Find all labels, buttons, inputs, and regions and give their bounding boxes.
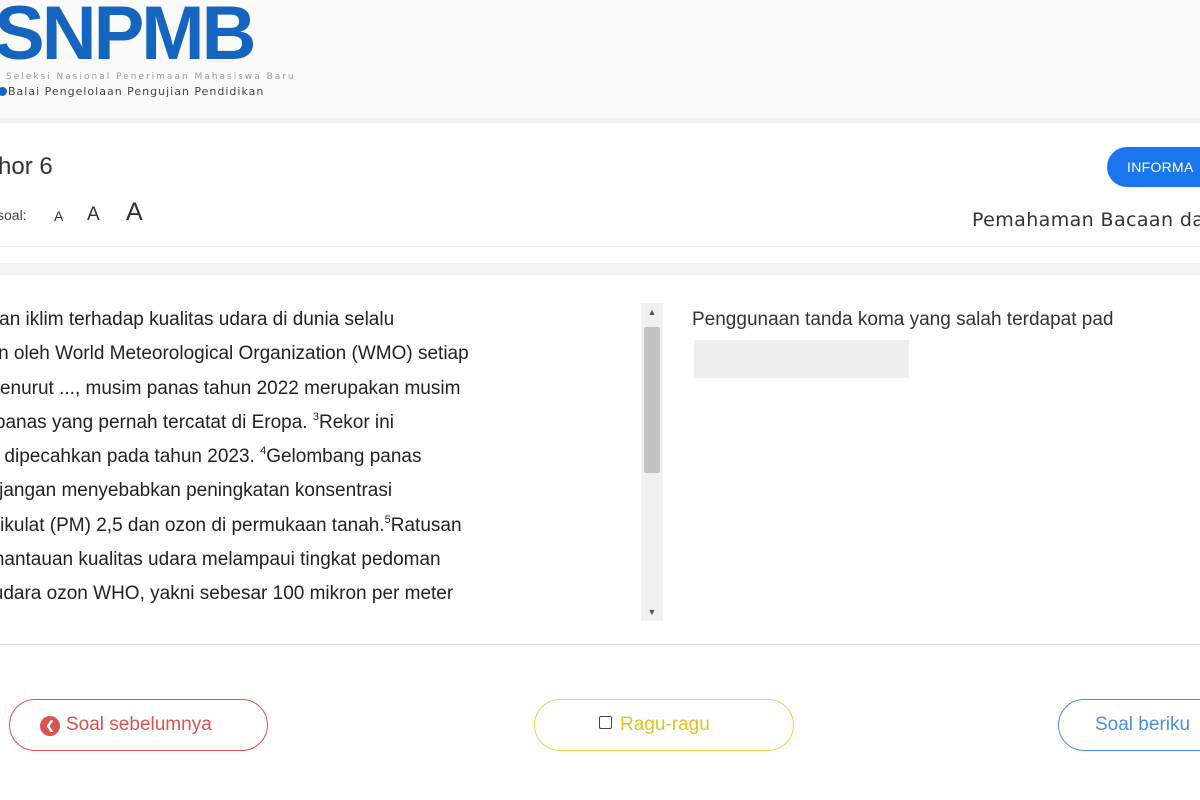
question-category: Pemahaman Bacaan da [972,209,1200,231]
passage-line: an dipecahkan pada tahun 2023. 4Gelomban… [0,440,618,474]
passage-line: emantauan kualitas udara melampaui tingk… [0,543,618,577]
scrollbar-thumb[interactable] [644,327,660,473]
bottom-navigation: ❮ Soal sebelumnya Ragu-ragu Soal beriku [0,645,1200,800]
font-size-label: soal: [0,207,27,223]
next-question-label: Soal beriku [1095,714,1191,735]
answer-placeholder [694,340,909,378]
doubtful-button[interactable]: Ragu-ragu [534,699,794,751]
triangle-down-icon[interactable]: ▼ [641,603,663,621]
previous-question-button[interactable]: ❮ Soal sebelumnya [9,699,268,751]
next-question-button[interactable]: Soal beriku [1058,699,1200,751]
logo-subtitle-top: Seleksi Nasional Penerimaan Mahasiswa Ba… [6,72,296,82]
logo-subtitle-bottom: Balai Pengelolaan Pengujian Pendidikan [0,85,264,98]
font-size-small-button[interactable]: A [54,209,63,223]
reading-passage[interactable]: ahan iklim terhadap kualitas udara di du… [0,303,640,621]
question-content-card: ahan iklim terhadap kualitas udara di du… [0,275,1200,645]
triangle-up-icon[interactable]: ▲ [641,303,663,321]
header: SNPMB Seleksi Nasional Penerimaan Mahasi… [0,0,1200,118]
passage-line: 2Menurut ..., musim panas tahun 2022 mer… [0,372,618,406]
passage-scrollbar[interactable]: ▲ ▼ [641,303,663,621]
passage-line-text: Menurut ..., musim panas tahun 2022 meru… [0,377,461,399]
passage-line: s udara ozon WHO, yakni sebesar 100 mikr… [0,577,618,611]
logo-dot-icon [0,87,7,96]
passage-line-text: Rekor ini [318,411,394,433]
passage-line-text: emantauan kualitas udara melampaui tingk… [0,549,441,571]
information-button[interactable]: INFORMA [1107,147,1200,187]
passage-line: erpanas yang pernah tercatat di Eropa. 3… [0,406,618,440]
passage-line-prefix: artikulat (PM) 2,5 dan ozon di permukaan… [0,514,385,536]
passage-line-text: ahan iklim terhadap kualitas udara di du… [0,309,395,330]
passage-line-text: Ratusan [390,514,462,536]
divider [0,246,1200,247]
passage-line-text: Gelombang panas [266,446,422,468]
passage-line-text: kan oleh World Meteorological Organizati… [0,343,469,365]
passage-text: ahan iklim terhadap kualitas udara di du… [0,303,618,612]
font-size-large-button[interactable]: A [126,200,143,225]
question-text: Penggunaan tanda koma yang salah terdapa… [692,309,1114,330]
question-info-card: hor 6 soal: A A A INFORMA Pemahaman Baca… [0,123,1200,263]
chevron-left-circle-icon: ❮ [40,716,60,736]
passage-line: anjangan menyebabkan peningkatan konsent… [0,474,618,508]
passage-line-text: anjangan menyebabkan peningkatan konsent… [0,480,393,502]
passage-line-text: s udara ozon WHO, yakni sebesar 100 mikr… [0,583,454,605]
question-number: hor 6 [0,153,53,180]
passage-line-prefix: erpanas yang pernah tercatat di Eropa. [0,411,313,433]
snpmb-logo: SNPMB [0,0,256,76]
passage-line-prefix: an dipecahkan pada tahun 2023. [0,446,261,468]
font-size-medium-button[interactable]: A [87,205,100,224]
logo-subtitle-text: Balai Pengelolaan Pengujian Pendidikan [8,85,265,98]
checkbox-icon[interactable] [599,716,612,729]
passage-line: ahan iklim terhadap kualitas udara di du… [0,303,618,337]
doubtful-label: Ragu-ragu [620,714,710,735]
passage-line: artikulat (PM) 2,5 dan ozon di permukaan… [0,509,618,543]
passage-line: kan oleh World Meteorological Organizati… [0,337,618,371]
previous-question-label: Soal sebelumnya [66,714,212,735]
